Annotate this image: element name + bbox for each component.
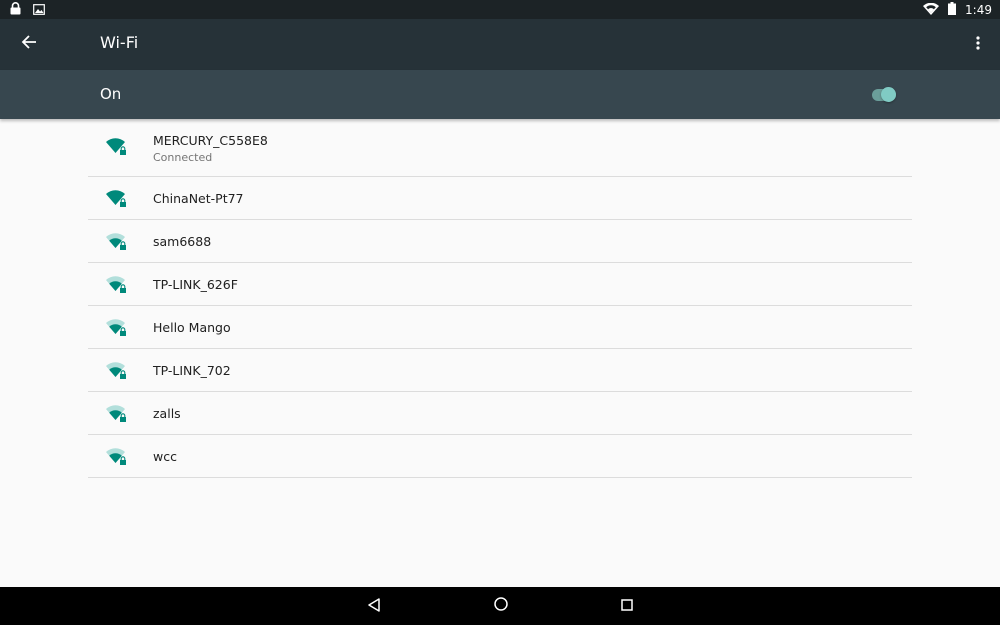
back-triangle-icon xyxy=(367,597,381,616)
wifi-locked-medium-icon xyxy=(106,275,128,295)
network-ssid: sam6688 xyxy=(153,234,212,249)
status-bar: 1:49 xyxy=(0,0,1000,19)
network-item[interactable]: sam6688 xyxy=(88,220,912,263)
network-item[interactable]: wcc xyxy=(88,435,912,478)
wifi-switch-label: On xyxy=(100,85,122,103)
toggle-thumb xyxy=(881,87,896,102)
network-ssid: MERCURY_C558E8 xyxy=(153,133,268,148)
nav-back-button[interactable] xyxy=(364,596,384,616)
overflow-menu-button[interactable] xyxy=(968,31,988,57)
navigation-bar xyxy=(0,587,1000,625)
arrow-left-icon xyxy=(21,34,37,54)
lock-icon xyxy=(10,0,21,19)
network-item[interactable]: TP-LINK_702 xyxy=(88,349,912,392)
app-bar: Wi-Fi xyxy=(0,19,1000,70)
network-list: MERCURY_C558E8 Connected ChinaNet-Pt77 s… xyxy=(88,119,912,478)
network-ssid: TP-LINK_702 xyxy=(153,363,231,378)
status-bar-right: 1:49 xyxy=(923,0,992,19)
network-status: Connected xyxy=(153,151,213,164)
network-ssid: ChinaNet-Pt77 xyxy=(153,191,244,206)
network-ssid: TP-LINK_626F xyxy=(153,277,238,292)
wifi-locked-full-icon xyxy=(106,137,128,157)
wifi-locked-medium-icon xyxy=(106,318,128,338)
status-bar-left xyxy=(10,0,45,19)
wifi-locked-medium-icon xyxy=(106,361,128,381)
network-item[interactable]: TP-LINK_626F xyxy=(88,263,912,306)
back-button[interactable] xyxy=(16,31,42,57)
wifi-locked-medium-icon xyxy=(106,447,128,467)
wifi-locked-full-icon xyxy=(106,189,128,209)
more-vert-icon xyxy=(976,35,980,54)
wifi-signal-icon xyxy=(923,0,940,19)
clock: 1:49 xyxy=(965,2,992,17)
image-icon xyxy=(33,0,45,19)
wifi-toggle-switch[interactable] xyxy=(870,85,900,105)
nav-recents-button[interactable] xyxy=(617,596,637,616)
network-ssid: Hello Mango xyxy=(153,320,231,335)
wifi-locked-medium-icon xyxy=(106,404,128,424)
network-ssid: wcc xyxy=(153,449,177,464)
network-ssid: zalls xyxy=(153,406,181,421)
network-item[interactable]: ChinaNet-Pt77 xyxy=(88,177,912,220)
wifi-switch-bar: On xyxy=(0,70,1000,119)
network-item[interactable]: zalls xyxy=(88,392,912,435)
recents-square-icon xyxy=(620,597,634,616)
home-circle-icon xyxy=(493,596,509,616)
wifi-locked-medium-icon xyxy=(106,232,128,252)
page-title: Wi-Fi xyxy=(100,33,139,52)
battery-icon xyxy=(948,0,957,19)
nav-home-button[interactable] xyxy=(491,596,511,616)
network-item[interactable]: Hello Mango xyxy=(88,306,912,349)
network-item[interactable]: MERCURY_C558E8 Connected xyxy=(88,119,912,177)
